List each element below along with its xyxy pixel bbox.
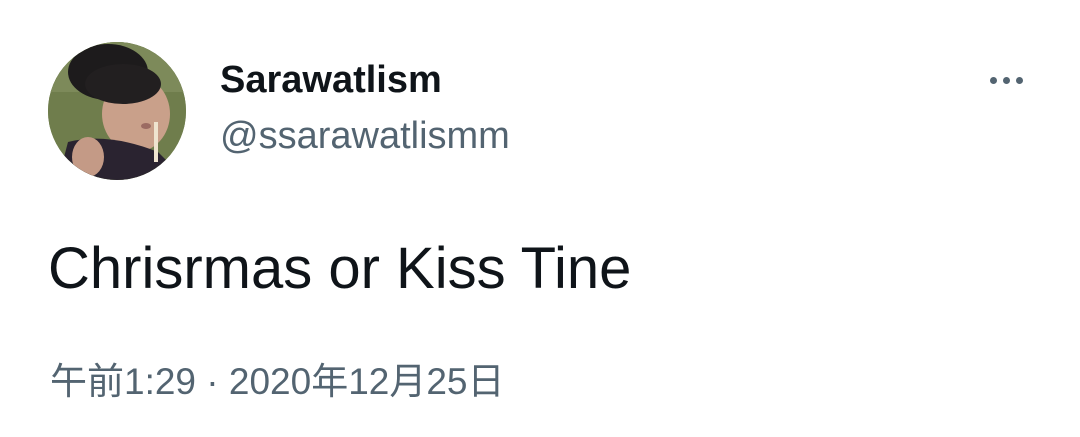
avatar-image [48, 42, 186, 180]
tweet-text: Chrisrmas or Kiss Tine [48, 236, 632, 301]
more-horizontal-icon [989, 76, 997, 84]
display-name[interactable]: Sarawatlism [220, 56, 442, 104]
more-horizontal-icon-dot [1002, 76, 1010, 84]
avatar[interactable] [48, 42, 186, 180]
user-handle[interactable]: @ssarawatlismm [220, 112, 510, 160]
tweet-timestamp[interactable]: 午前1:29 · 2020年12月25日 [50, 358, 505, 406]
more-horizontal-icon-dot [1015, 76, 1023, 84]
tweet-card: Sarawatlism @ssarawatlismm Chrisrmas or … [0, 0, 1080, 437]
more-options-button[interactable] [982, 64, 1030, 96]
